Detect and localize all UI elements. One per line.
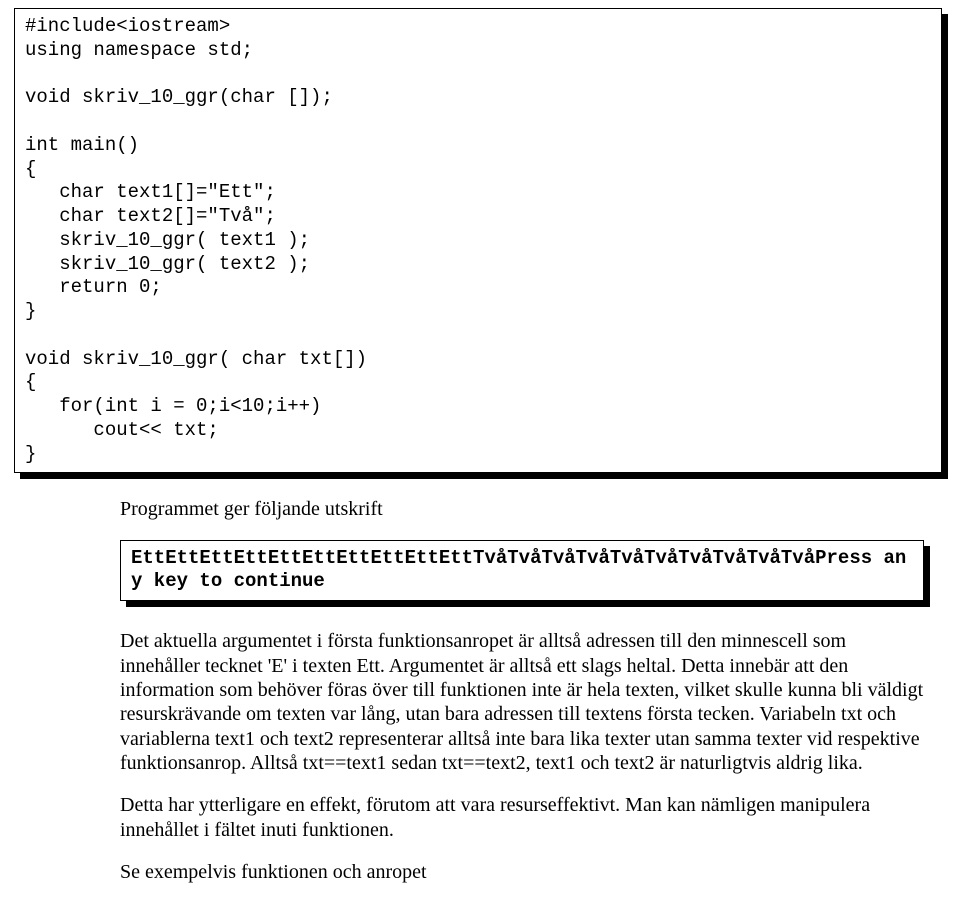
- body-text: Det aktuella argumentet i första funktio…: [120, 629, 924, 885]
- paragraph-1: Det aktuella argumentet i första funktio…: [120, 629, 924, 775]
- code-block-container: #include<iostream> using namespace std; …: [14, 8, 942, 473]
- code-block: #include<iostream> using namespace std; …: [14, 8, 942, 473]
- paragraph-3: Se exempelvis funktionen och anropet: [120, 860, 924, 884]
- output-caption: Programmet ger följande utskrift: [120, 497, 924, 521]
- output-block-container: EttEttEttEttEttEttEttEttEttEttTvåTvåTvåT…: [120, 540, 924, 602]
- output-block: EttEttEttEttEttEttEttEttEttEttTvåTvåTvåT…: [120, 540, 924, 602]
- paragraph-2: Detta har ytterligare en effekt, förutom…: [120, 793, 924, 842]
